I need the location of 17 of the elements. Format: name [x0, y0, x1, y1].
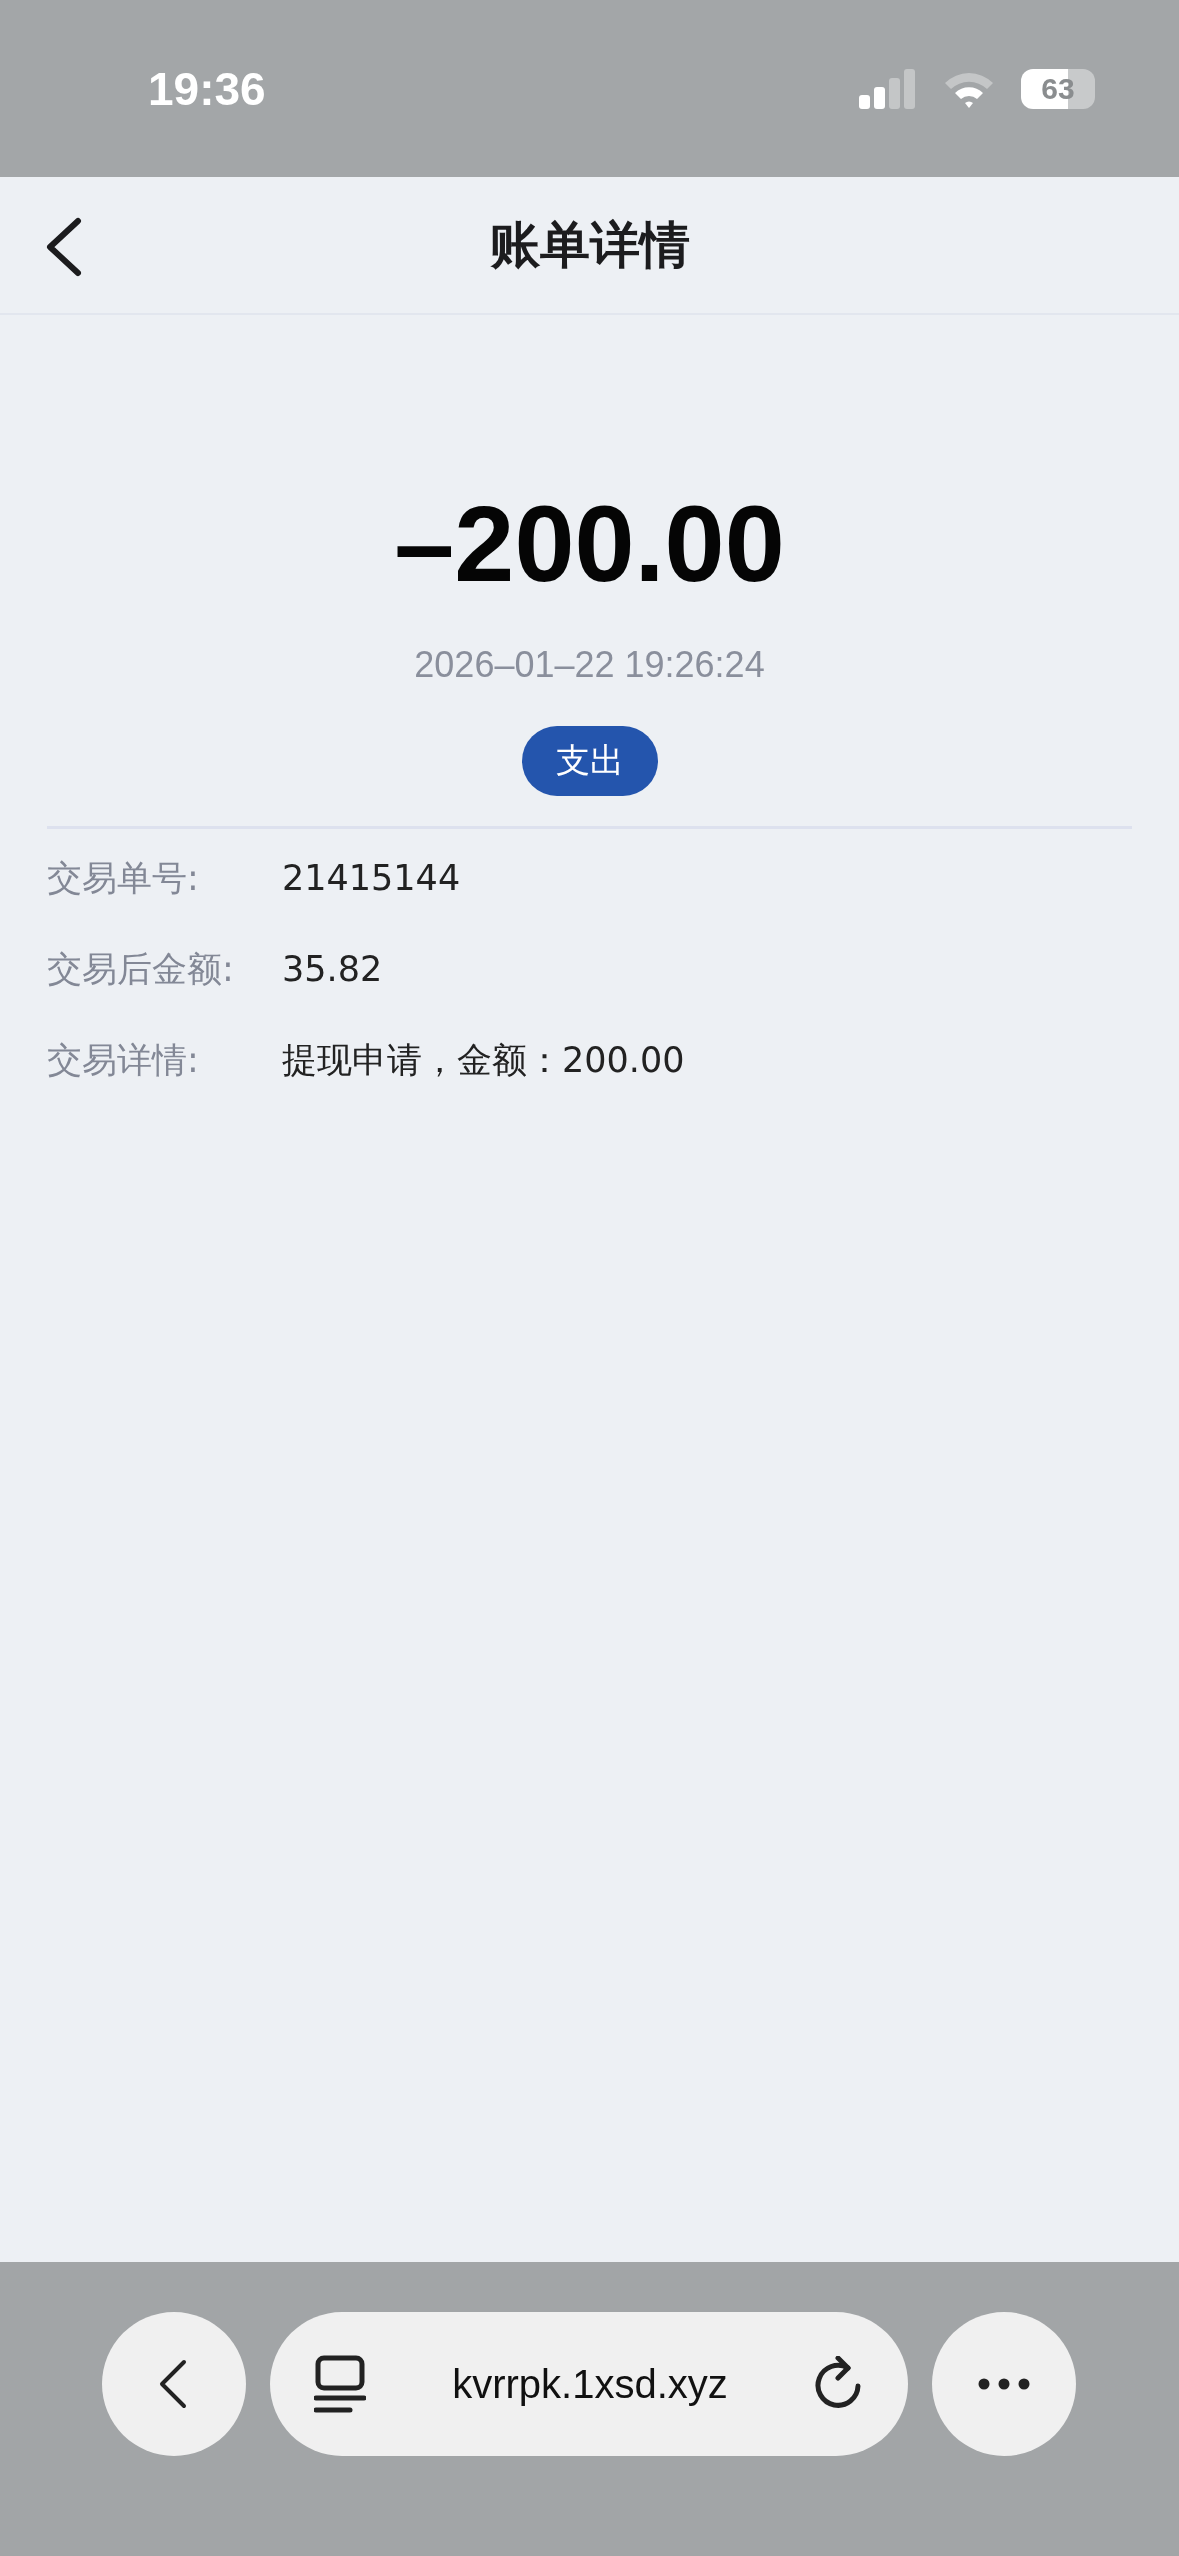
- type-badge: 支出: [521, 725, 658, 796]
- transaction-time: 2026–01–22 19:26:24: [414, 643, 765, 686]
- page-menu-icon[interactable]: [314, 2354, 366, 2414]
- status-time: 19:36: [148, 61, 266, 116]
- detail-value: 35.82: [282, 949, 383, 990]
- detail-label: 交易后金额:: [47, 947, 235, 991]
- detail-label: 交易详情:: [47, 1038, 200, 1082]
- signal-icon: [859, 68, 917, 109]
- address-bar[interactable]: kvrrpk.1xsd.xyz: [270, 2312, 908, 2456]
- detail-value: 21415144: [282, 858, 461, 899]
- more-icon: [978, 2378, 1030, 2390]
- page-title: 账单详情: [489, 214, 690, 276]
- detail-value: 提现申请，金额：200.00: [282, 1038, 685, 1082]
- detail-label: 交易单号:: [47, 856, 200, 900]
- url-text: kvrrpk.1xsd.xyz: [452, 2361, 728, 2407]
- amount: –200.00: [394, 485, 785, 604]
- battery-icon: 63: [1021, 68, 1095, 109]
